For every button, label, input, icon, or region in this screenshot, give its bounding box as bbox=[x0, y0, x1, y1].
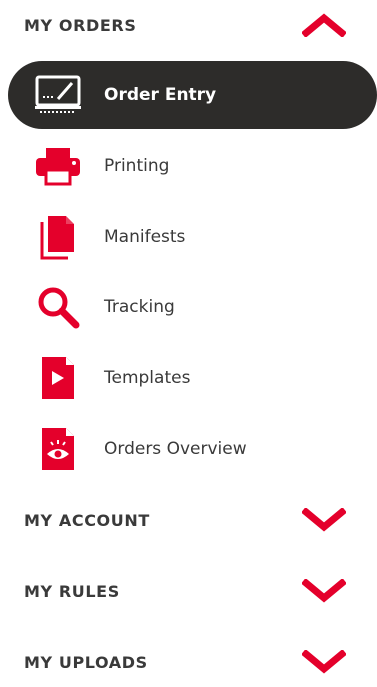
sidebar-item-manifests[interactable]: Manifests bbox=[8, 203, 377, 271]
sidebar-item-label: Order Entry bbox=[104, 85, 217, 105]
section-my-orders[interactable]: MY ORDERS bbox=[0, 0, 377, 50]
play-document-icon bbox=[34, 354, 82, 402]
section-title-my-rules: MY RULES bbox=[24, 581, 120, 601]
sidebar-item-label: Orders Overview bbox=[104, 439, 247, 459]
sidebar-item-label: Tracking bbox=[104, 297, 175, 317]
sidebar-item-tracking[interactable]: Tracking bbox=[8, 273, 377, 341]
section-my-account[interactable]: MY ACCOUNT bbox=[0, 495, 377, 545]
sidebar-item-printing[interactable]: Printing bbox=[8, 132, 377, 200]
section-title-my-uploads: MY UPLOADS bbox=[24, 652, 148, 672]
chevron-down-icon[interactable] bbox=[302, 650, 346, 674]
section-title-my-orders: MY ORDERS bbox=[24, 15, 137, 35]
sidebar-item-order-entry[interactable]: Order Entry bbox=[8, 61, 377, 129]
computer-icon bbox=[34, 71, 82, 119]
sidebar-item-label: Manifests bbox=[104, 227, 186, 247]
section-my-rules[interactable]: MY RULES bbox=[0, 566, 377, 616]
sidebar-item-label: Printing bbox=[104, 156, 170, 176]
document-stack-icon bbox=[34, 213, 82, 261]
section-title-my-account: MY ACCOUNT bbox=[24, 510, 150, 530]
printer-icon bbox=[34, 142, 82, 190]
sidebar-item-templates[interactable]: Templates bbox=[8, 344, 377, 412]
sidebar-navigation: MY ORDERS Order Entry Printing Manifests… bbox=[0, 0, 377, 675]
sidebar-item-label: Templates bbox=[104, 368, 191, 388]
sidebar-item-orders-overview[interactable]: Orders Overview bbox=[8, 415, 377, 483]
magnifier-icon bbox=[34, 283, 82, 331]
chevron-up-icon[interactable] bbox=[302, 13, 346, 37]
chevron-down-icon[interactable] bbox=[302, 508, 346, 532]
section-my-uploads[interactable]: MY UPLOADS bbox=[0, 637, 377, 687]
eye-document-icon bbox=[34, 425, 82, 473]
chevron-down-icon[interactable] bbox=[302, 579, 346, 603]
